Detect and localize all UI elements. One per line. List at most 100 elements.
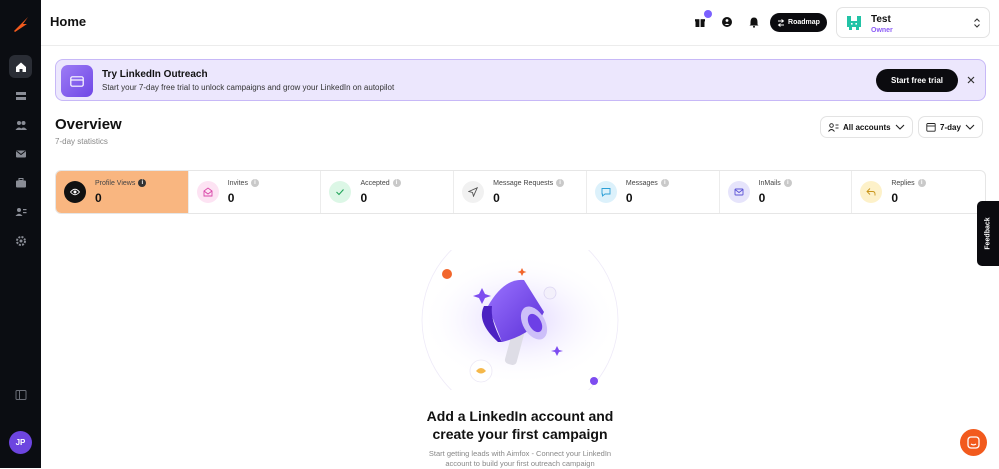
check-icon <box>336 189 345 196</box>
stat-inmails[interactable]: InMails i 0 <box>720 171 853 213</box>
sidebar-item-leads[interactable] <box>9 113 32 136</box>
notification-dot <box>704 10 712 18</box>
stat-icon-wrap <box>462 181 485 203</box>
close-icon[interactable] <box>966 75 976 85</box>
envelope-open-icon <box>203 187 213 197</box>
empty-state-subtitle: Start getting leads with Aimfox - Connec… <box>400 449 640 469</box>
sidebar: JP <box>0 0 41 468</box>
briefcase-icon <box>15 177 26 187</box>
banner-icon <box>61 65 93 97</box>
stat-replies[interactable]: Replies i 0 <box>852 171 985 213</box>
banner-subtitle: Start your 7-day free trial to unlock ca… <box>102 83 395 92</box>
reply-icon <box>866 188 876 196</box>
sidebar-item-contacts[interactable] <box>9 200 32 223</box>
empty-state-subtitle-line1: Start getting leads with Aimfox - Connec… <box>428 449 612 458</box>
feedback-tab[interactable]: Feedback <box>977 201 999 266</box>
gift-icon[interactable] <box>694 16 706 28</box>
campaigns-icon <box>15 91 26 100</box>
stat-value: 0 <box>95 191 102 205</box>
stat-value: 0 <box>891 191 898 205</box>
account-switcher[interactable]: Test Owner <box>836 7 990 38</box>
users-icon <box>828 122 839 132</box>
support-chat-button[interactable] <box>960 429 987 456</box>
accounts-filter-dropdown[interactable]: All accounts <box>820 116 913 138</box>
sidebar-item-settings[interactable] <box>9 229 32 252</box>
stats-row: Profile Views i 0 Invites i 0 Accepted i 0 … <box>55 170 986 214</box>
page-title: Home <box>50 14 87 29</box>
period-filter-dropdown[interactable]: 7-day <box>918 116 983 138</box>
trial-banner: Try LinkedIn Outreach Start your 7-day f… <box>55 59 986 101</box>
stat-value: 0 <box>360 191 368 205</box>
stat-value: 0 <box>758 191 766 205</box>
stat-invites[interactable]: Invites i 0 <box>189 171 322 213</box>
empty-state-title: Add a LinkedIn account and create your f… <box>370 407 670 443</box>
stat-value: 0 <box>227 191 235 205</box>
settings-icon <box>15 235 26 246</box>
empty-state-title-line2: create your first campaign <box>432 426 608 442</box>
stat-label: Invites <box>227 179 248 187</box>
stat-icon-wrap <box>64 181 86 203</box>
sidebar-item-inbox[interactable] <box>9 142 32 165</box>
stat-icon-wrap <box>727 181 750 203</box>
info-icon[interactable]: i <box>392 179 401 187</box>
period-filter-label: 7-day <box>940 122 961 132</box>
top-bar: Home Roadmap Test Owner <box>41 0 999 46</box>
empty-state-title-line1: Add a LinkedIn account and <box>426 408 614 424</box>
send-icon <box>468 187 479 197</box>
inbox-icon <box>15 150 26 157</box>
sidebar-item-home[interactable] <box>9 55 32 78</box>
stat-messages[interactable]: Messages i 0 <box>587 171 720 213</box>
info-icon[interactable]: i <box>138 179 147 187</box>
leads-icon <box>15 120 27 130</box>
info-icon[interactable]: i <box>250 179 259 187</box>
stat-value: 0 <box>625 191 633 205</box>
stat-icon-wrap <box>594 181 617 203</box>
account-name: Test <box>871 14 891 25</box>
stat-value: 0 <box>493 191 500 205</box>
stat-label: Messages <box>625 179 658 187</box>
home-icon <box>15 62 26 72</box>
chat-bubble-icon <box>601 188 611 197</box>
info-icon[interactable]: i <box>917 179 926 187</box>
stat-icon-wrap <box>329 181 352 203</box>
accounts-filter-label: All accounts <box>843 122 891 132</box>
bell-icon[interactable] <box>748 16 760 28</box>
mail-icon <box>734 188 744 196</box>
account-role: Owner <box>871 27 893 34</box>
aimfox-logo[interactable] <box>12 15 30 33</box>
chevron-updown-icon <box>974 18 980 28</box>
contacts-icon <box>15 207 26 216</box>
stat-profile-views[interactable]: Profile Views i 0 <box>56 171 189 213</box>
roadmap-label: Roadmap <box>788 19 820 26</box>
calendar-icon <box>926 123 936 132</box>
stat-label: Message Requests <box>493 179 554 187</box>
megaphone-illustration <box>420 250 620 390</box>
eye-icon <box>70 188 80 196</box>
sidebar-toggle-icon <box>15 389 26 400</box>
workspace-logo <box>847 16 861 30</box>
help-icon[interactable] <box>721 16 733 28</box>
chevron-down-icon <box>965 124 975 130</box>
sidebar-collapse-button[interactable] <box>9 383 32 406</box>
stat-message-requests[interactable]: Message Requests i 0 <box>454 171 587 213</box>
card-icon <box>70 75 84 87</box>
stat-label: InMails <box>758 179 781 187</box>
stat-icon-wrap <box>860 181 883 203</box>
chevron-down-icon <box>895 124 904 130</box>
stat-label: Replies <box>891 179 915 187</box>
info-icon[interactable]: i <box>660 179 669 187</box>
overview-title: Overview <box>55 116 122 133</box>
stat-accepted[interactable]: Accepted i 0 <box>321 171 455 213</box>
info-icon[interactable]: i <box>556 179 565 187</box>
roadmap-button[interactable]: Roadmap <box>770 13 827 32</box>
start-free-trial-button[interactable]: Start free trial <box>876 69 958 92</box>
info-icon[interactable]: i <box>783 179 792 187</box>
user-avatar[interactable]: JP <box>9 431 32 454</box>
sidebar-item-briefcase[interactable] <box>9 171 32 194</box>
roadmap-icon <box>777 18 785 27</box>
stat-label: Accepted <box>360 179 390 187</box>
feedback-label: Feedback <box>984 217 992 250</box>
banner-title: Try LinkedIn Outreach <box>102 69 208 80</box>
sidebar-item-campaigns[interactable] <box>9 84 32 107</box>
stat-label: Profile Views <box>95 179 136 187</box>
